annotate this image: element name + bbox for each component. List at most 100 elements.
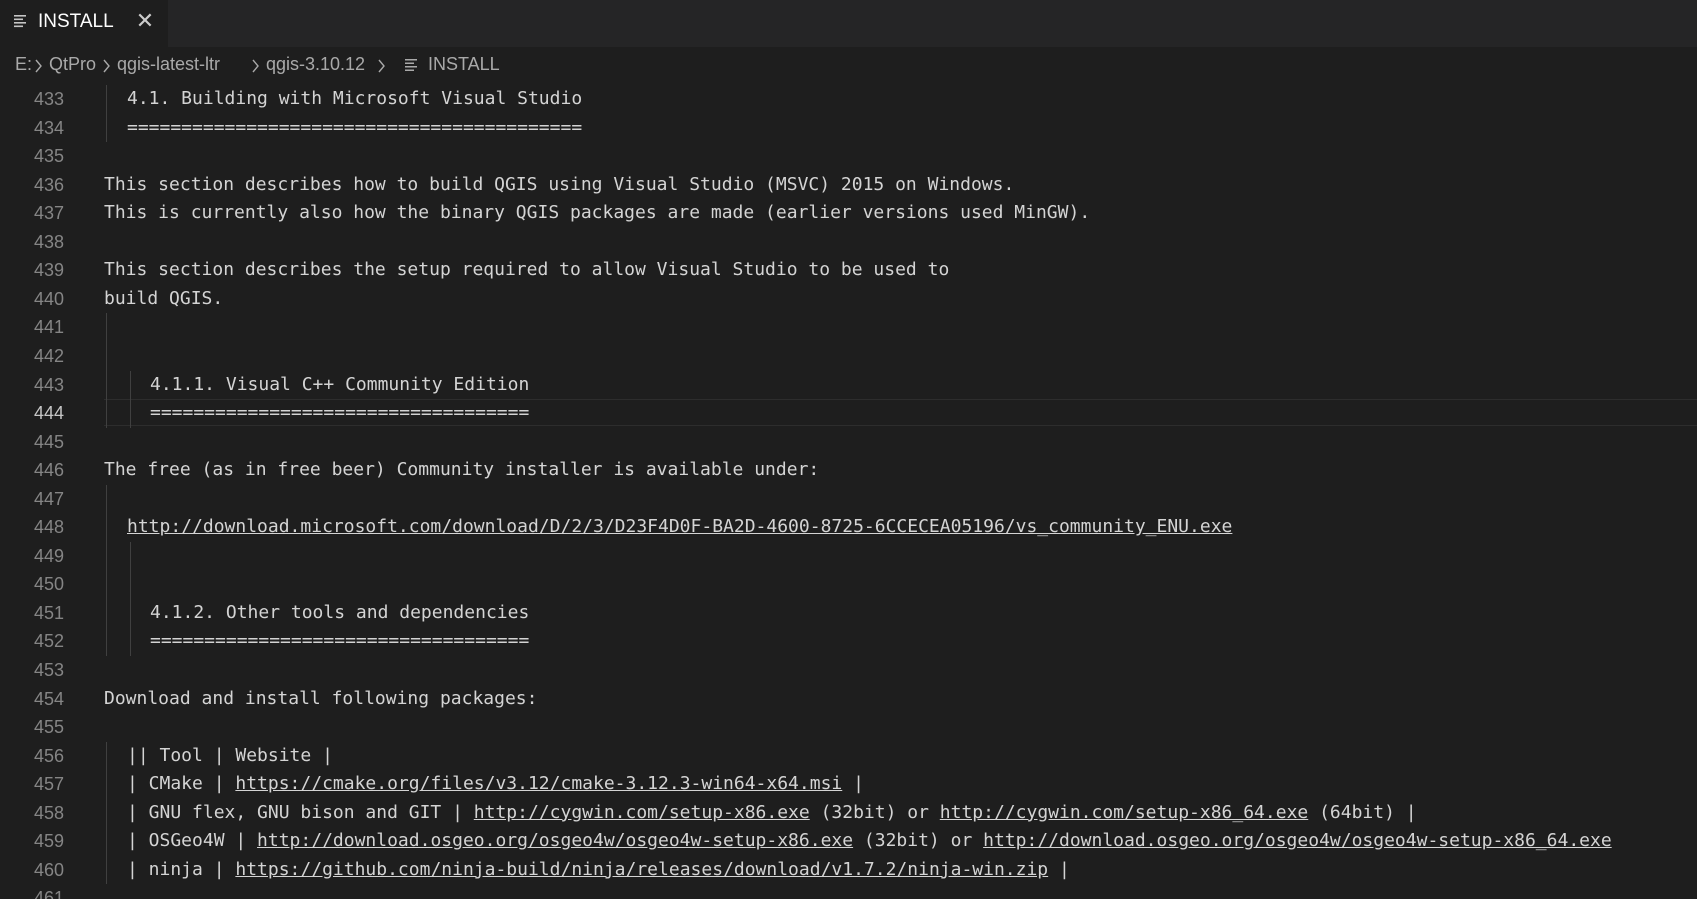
code-line[interactable]: 458 | GNU flex, GNU bison and GIT | http:…: [0, 799, 1697, 828]
code-line[interactable]: 434 =====================================…: [0, 114, 1697, 143]
breadcrumb: E: QtPro qgis-latest-ltr qgis-3.10.12 IN…: [0, 47, 1697, 83]
code-line[interactable]: 441: [0, 313, 1697, 342]
code-segment: 4.1.2. Other tools and dependencies: [150, 601, 530, 623]
code-line[interactable]: 435: [0, 142, 1697, 171]
indent-guide: [130, 370, 131, 428]
indent-guide: [106, 85, 107, 143]
file-lines-icon: [405, 59, 417, 71]
code-line[interactable]: 439 This section describes the setup requ…: [0, 256, 1697, 285]
code-line[interactable]: 445: [0, 428, 1697, 457]
code-line[interactable]: 456 || Tool | Website |: [0, 742, 1697, 771]
code-link[interactable]: http://download.osgeo.org/osgeo4w/osgeo4…: [257, 830, 853, 851]
code-line[interactable]: 438: [0, 228, 1697, 257]
code-text: 4.1.2. Other tools and dependencies: [150, 602, 529, 624]
code-link[interactable]: https://cmake.org/files/v3.12/cmake-3.12…: [235, 773, 842, 794]
line-number: 438: [33, 231, 64, 252]
code-text: || Tool | Website |: [127, 745, 333, 767]
line-number: 434: [33, 117, 64, 138]
indent-guide: [106, 484, 107, 656]
code-segment: ===================================: [150, 402, 530, 424]
line-number: 448: [33, 517, 64, 538]
code-line[interactable]: 450: [0, 570, 1697, 599]
code-line[interactable]: 442: [0, 342, 1697, 371]
line-number: 446: [33, 460, 64, 481]
code-editor[interactable]: 433 4.1. Building with Microsoft Visual S…: [0, 83, 1697, 899]
line-number: 440: [33, 288, 64, 309]
line-number: 458: [33, 802, 64, 823]
line-number: 449: [33, 545, 64, 566]
code-line[interactable]: 443 4.1.1. Visual C++ Community Edition: [0, 371, 1697, 400]
code-text: 4.1.1. Visual C++ Community Edition: [150, 374, 529, 396]
line-number: 437: [33, 203, 64, 224]
code-text: The free (as in free beer) Community ins…: [104, 459, 819, 481]
line-number: 455: [33, 717, 64, 738]
code-text: ===================================: [150, 402, 529, 424]
code-line[interactable]: 446 The free (as in free beer) Community …: [0, 456, 1697, 485]
code-text: | OSGeo4W | http://download.osgeo.org/os…: [127, 830, 1612, 852]
code-line[interactable]: 444 ===================================: [0, 399, 1697, 428]
code-segment: This is currently also how the binary QG…: [104, 202, 1091, 224]
code-link[interactable]: http://cygwin.com/setup-x86_64.exe: [940, 802, 1308, 823]
code-segment: |: [842, 773, 864, 795]
code-line[interactable]: 461: [0, 884, 1697, 899]
code-line[interactable]: 451 4.1.2. Other tools and dependencies: [0, 599, 1697, 628]
line-number: 451: [33, 602, 64, 623]
code-line[interactable]: 436 This section describes how to build Q…: [0, 171, 1697, 200]
code-segment: This section describes the setup require…: [104, 259, 950, 281]
breadcrumb-drive[interactable]: E:: [15, 54, 32, 75]
line-number: 459: [33, 831, 64, 852]
code-link[interactable]: https://github.com/ninja-build/ninja/rel…: [235, 859, 1048, 880]
code-text: | CMake | https://cmake.org/files/v3.12/…: [127, 773, 864, 795]
line-number: 461: [33, 888, 64, 899]
code-line[interactable]: 449: [0, 542, 1697, 571]
close-icon[interactable]: ✕: [134, 8, 156, 34]
tab-label: INSTALL: [38, 11, 114, 32]
line-number: 454: [33, 688, 64, 709]
code-text: | GNU flex, GNU bison and GIT | http://c…: [127, 802, 1417, 824]
code-line[interactable]: 437 This is currently also how the binary…: [0, 199, 1697, 228]
code-segment: ========================================…: [127, 116, 583, 138]
line-number: 439: [33, 260, 64, 281]
line-number: 443: [33, 374, 64, 395]
breadcrumb-file[interactable]: INSTALL: [428, 54, 500, 75]
code-line[interactable]: 455: [0, 713, 1697, 742]
code-segment: (32bit) or: [809, 801, 940, 823]
code-text: Download and install following packages:: [104, 688, 537, 710]
code-line[interactable]: 459 | OSGeo4W | http://download.osgeo.org…: [0, 827, 1697, 856]
breadcrumb-folder-qgis-latest-ltr[interactable]: qgis-latest-ltr: [117, 54, 220, 75]
code-line[interactable]: 454 Download and install following packag…: [0, 685, 1697, 714]
code-text: | ninja | https://github.com/ninja-build…: [127, 859, 1070, 881]
chevron-right-icon: [103, 59, 110, 73]
tab-install[interactable]: INSTALL ✕: [0, 0, 168, 47]
line-number: 436: [33, 174, 64, 195]
code-line[interactable]: 448 http://download.microsoft.com/downloa…: [0, 513, 1697, 542]
code-segment: | GNU flex, GNU bison and GIT |: [127, 801, 474, 823]
code-line[interactable]: 447: [0, 485, 1697, 514]
code-segment: ===================================: [150, 630, 530, 652]
line-number: 456: [33, 745, 64, 766]
code-segment: This section describes how to build QGIS…: [104, 173, 1015, 195]
code-line[interactable]: 457 | CMake | https://cmake.org/files/v3.…: [0, 770, 1697, 799]
code-line[interactable]: 433 4.1. Building with Microsoft Visual S…: [0, 85, 1697, 114]
breadcrumb-folder-qtpro[interactable]: QtPro: [49, 54, 96, 75]
line-number: 433: [33, 89, 64, 109]
code-link[interactable]: http://download.osgeo.org/osgeo4w/osgeo4…: [983, 830, 1612, 851]
chevron-right-icon: [378, 59, 385, 73]
chevron-right-icon: [35, 59, 42, 73]
code-segment: (64bit) |: [1308, 801, 1417, 823]
breadcrumb-folder-qgis-version[interactable]: qgis-3.10.12: [266, 54, 365, 75]
line-number: 460: [33, 859, 64, 880]
code-segment: Download and install following packages:: [104, 687, 538, 709]
code-line[interactable]: 440 build QGIS.: [0, 285, 1697, 314]
code-line[interactable]: 460 | ninja | https://github.com/ninja-bu…: [0, 856, 1697, 885]
code-text: ========================================…: [127, 117, 582, 139]
code-segment: build QGIS.: [104, 287, 224, 309]
code-line[interactable]: 452 ===================================: [0, 627, 1697, 656]
line-number: 457: [33, 774, 64, 795]
code-link[interactable]: http://download.microsoft.com/download/D…: [127, 516, 1232, 537]
line-number: 453: [33, 660, 64, 680]
line-number: 447: [33, 488, 64, 509]
code-segment: | ninja |: [127, 858, 236, 880]
code-link[interactable]: http://cygwin.com/setup-x86.exe: [474, 802, 810, 823]
code-line[interactable]: 453: [0, 656, 1697, 685]
